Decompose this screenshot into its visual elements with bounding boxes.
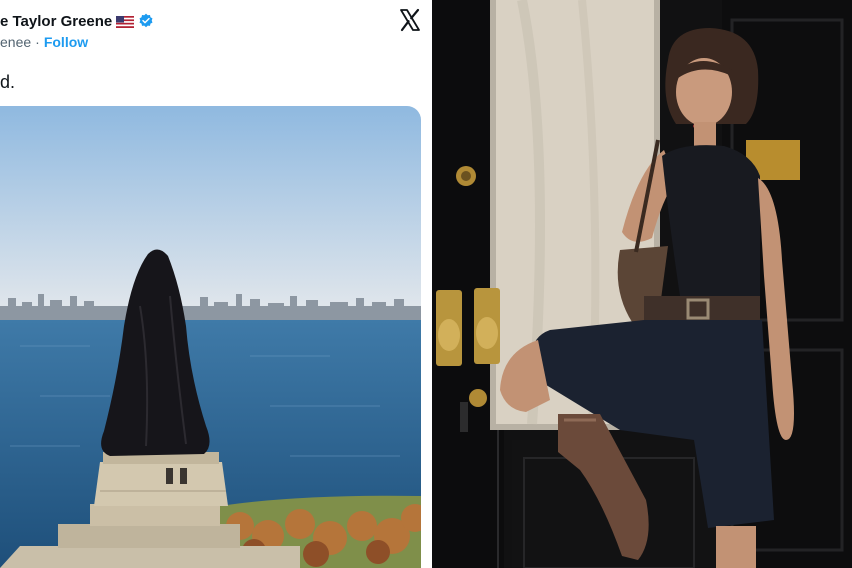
separator-dot: · (35, 34, 40, 50)
follow-button[interactable]: Follow (44, 34, 88, 50)
author-name[interactable]: e Taylor Greene (0, 13, 112, 30)
us-flag-icon (116, 15, 135, 28)
x-logo-icon[interactable] (398, 8, 422, 32)
tweet-photo[interactable] (0, 106, 421, 568)
verified-badge-icon (138, 13, 154, 29)
author-row: e Taylor Greene (0, 10, 154, 32)
handle-row: enee · Follow (0, 34, 88, 50)
tweet-text: d. (0, 72, 16, 92)
right-photo[interactable] (432, 0, 852, 568)
author-handle[interactable]: enee (0, 34, 31, 50)
tweet-screenshot-panel: e Taylor Greene enee · Follow d. (0, 0, 430, 568)
